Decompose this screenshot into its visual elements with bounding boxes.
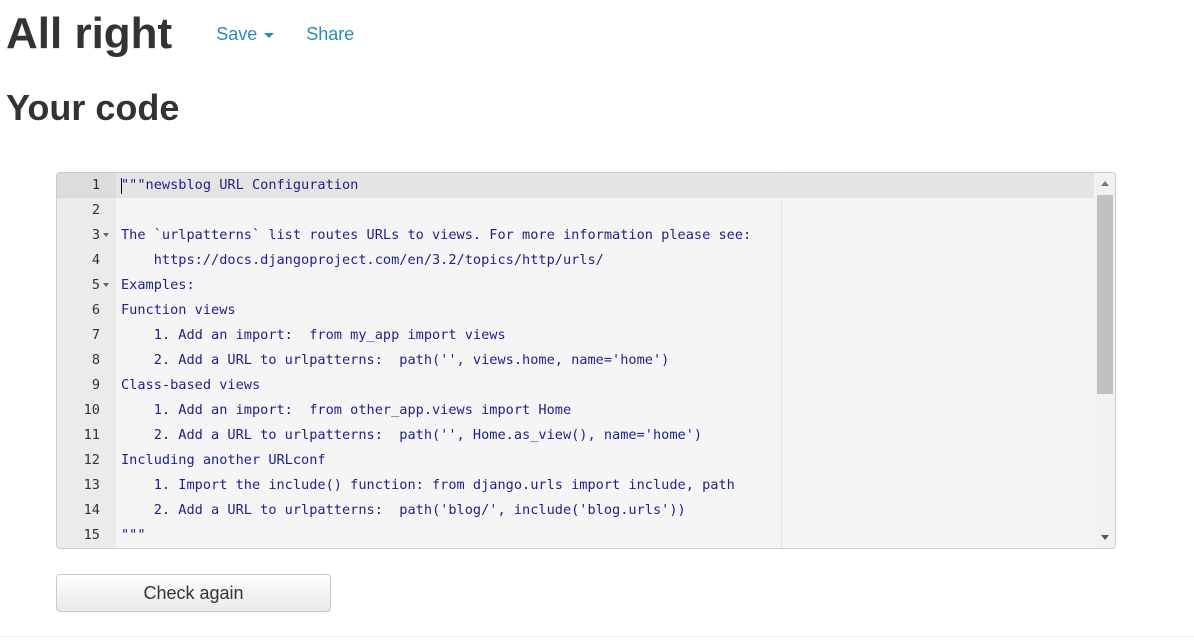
fold-cell <box>100 248 116 273</box>
code-text: 2. Add a URL to urlpatterns: path('', Ho… <box>121 427 703 443</box>
fold-cell <box>100 273 116 298</box>
code-text: """ <box>121 527 146 543</box>
footer-divider <box>0 636 1194 637</box>
code-line[interactable]: 11 2. Add a URL to urlpatterns: path('',… <box>57 423 1094 448</box>
page-title: All right <box>6 9 173 58</box>
code-text: 1. Add an import: from other_app.views i… <box>121 402 572 418</box>
fold-cell <box>100 298 116 323</box>
fold-cell <box>100 398 116 423</box>
code-line[interactable]: 15 """ <box>57 523 1094 548</box>
line-number: 9 <box>91 377 100 393</box>
caret-down-icon <box>264 33 275 38</box>
line-number: 14 <box>83 502 100 518</box>
line-number: 10 <box>83 402 100 418</box>
editor-scrollbar[interactable] <box>1095 173 1115 548</box>
fold-cell <box>100 348 116 373</box>
code-text: 2. Add a URL to urlpatterns: path('blog/… <box>121 502 686 518</box>
code-text: https://docs.djangoproject.com/en/3.2/to… <box>121 252 604 268</box>
code-text: Examples: <box>121 277 195 293</box>
text-cursor <box>121 178 122 194</box>
line-number: 15 <box>83 527 100 543</box>
code-line[interactable]: 14 2. Add a URL to urlpatterns: path('bl… <box>57 498 1094 523</box>
code-line[interactable]: 3 The `urlpatterns` list routes URLs to v… <box>57 223 1094 248</box>
code-text: Function views <box>121 302 236 318</box>
save-dropdown-button[interactable]: Save <box>216 24 275 45</box>
code-line[interactable]: 4 https://docs.djangoproject.com/en/3.2/… <box>57 248 1094 273</box>
line-number: 7 <box>91 327 100 343</box>
fold-cell <box>100 523 116 548</box>
code-text: The `urlpatterns` list routes URLs to vi… <box>121 227 752 243</box>
fold-cell <box>100 423 116 448</box>
fold-cell <box>100 198 116 223</box>
line-number: 13 <box>83 477 100 493</box>
code-text: """newsblog URL Configuration <box>121 177 359 193</box>
scroll-down-arrow-icon[interactable] <box>1101 535 1109 540</box>
section-title: Your code <box>6 87 180 128</box>
line-number: 4 <box>91 252 100 268</box>
scroll-up-arrow-icon[interactable] <box>1101 181 1109 186</box>
code-line[interactable]: 9 Class-based views <box>57 373 1094 398</box>
code-text: Including another URLconf <box>121 452 326 468</box>
fold-cell <box>100 223 116 248</box>
fold-cell <box>100 498 116 523</box>
code-line[interactable]: 12 Including another URLconf <box>57 448 1094 473</box>
code-line[interactable]: 5 Examples: <box>57 273 1094 298</box>
code-line[interactable]: 6 Function views <box>57 298 1094 323</box>
code-line[interactable]: 10 1. Add an import: from other_app.view… <box>57 398 1094 423</box>
line-number: 3 <box>91 227 100 243</box>
fold-cell <box>100 448 116 473</box>
share-link[interactable]: Share <box>306 24 354 45</box>
fold-arrow-icon[interactable] <box>103 283 109 287</box>
code-editor[interactable]: 1 """newsblog URL Configuration 2 3 The `url… <box>56 172 1116 549</box>
save-label: Save <box>216 24 258 44</box>
code-line[interactable]: 2 <box>57 198 1094 223</box>
fold-cell <box>100 473 116 498</box>
line-number: 8 <box>91 352 100 368</box>
fold-cell <box>100 173 116 198</box>
header: All right Save Share <box>6 8 354 60</box>
fold-cell <box>100 373 116 398</box>
line-number: 6 <box>91 302 100 318</box>
line-number: 5 <box>91 277 100 293</box>
code-text: 2. Add a URL to urlpatterns: path('', vi… <box>121 352 670 368</box>
line-number: 2 <box>91 202 100 218</box>
code-text: 1. Add an import: from my_app import vie… <box>121 327 506 343</box>
code-text: 1. Import the include() function: from d… <box>121 477 735 493</box>
code-text: Class-based views <box>121 377 261 393</box>
code-line[interactable]: 8 2. Add a URL to urlpatterns: path('', … <box>57 348 1094 373</box>
code-line[interactable]: 1 """newsblog URL Configuration <box>57 173 1094 198</box>
check-again-button[interactable]: Check again <box>56 574 331 612</box>
line-number: 1 <box>91 177 100 193</box>
code-line[interactable]: 7 1. Add an import: from my_app import v… <box>57 323 1094 348</box>
line-number: 12 <box>83 452 100 468</box>
fold-arrow-icon[interactable] <box>103 233 109 237</box>
code-line[interactable]: 13 1. Import the include() function: fro… <box>57 473 1094 498</box>
scrollbar-thumb[interactable] <box>1097 195 1113 394</box>
line-number: 11 <box>83 427 100 443</box>
header-actions: Save Share <box>216 24 354 45</box>
code-lines: 1 """newsblog URL Configuration 2 3 The `url… <box>57 173 1094 548</box>
page: All right Save Share Your code 1 """newsb… <box>0 0 1194 641</box>
fold-cell <box>100 323 116 348</box>
